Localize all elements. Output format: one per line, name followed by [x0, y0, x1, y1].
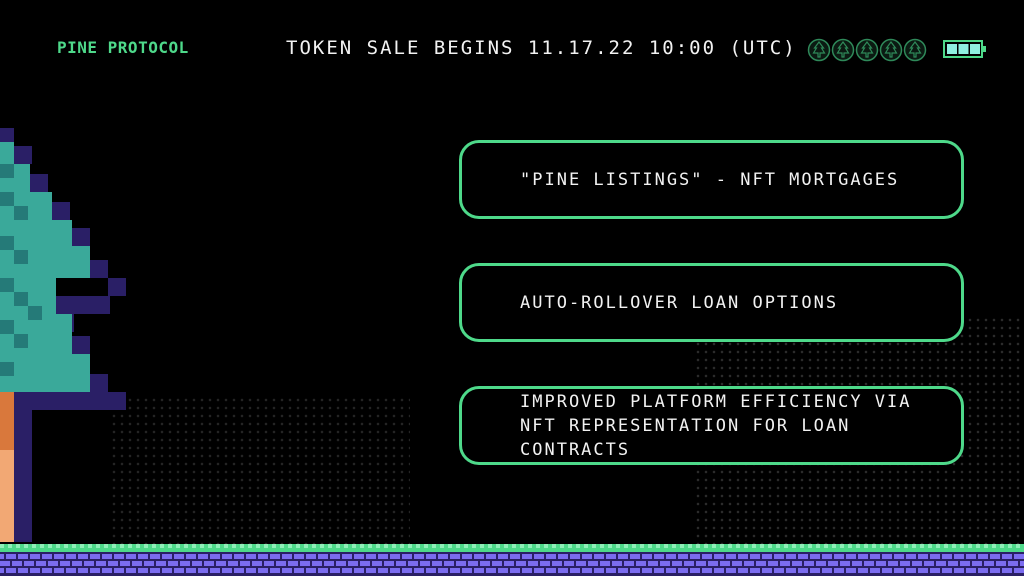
pine-tree-coin-icon	[831, 38, 855, 62]
token-sale-headline: TOKEN SALE BEGINS 11.17.22 10:00 (UTC)	[286, 37, 797, 59]
brand-logo-text: PINE PROTOCOL	[57, 38, 189, 57]
pine-tree-coin-icon	[855, 38, 879, 62]
pine-icons-row	[807, 38, 927, 62]
battery-icon	[943, 40, 986, 58]
dot-pattern-left	[110, 396, 410, 546]
pixel-ground	[0, 544, 1024, 576]
pine-tree-coin-icon	[879, 38, 903, 62]
pixel-tree-illustration	[0, 128, 126, 542]
feature-text: "PINE LISTINGS" - NFT MORTGAGES	[520, 169, 900, 190]
pine-tree-coin-icon	[903, 38, 927, 62]
feature-card-rollover: AUTO-ROLLOVER LOAN OPTIONS	[459, 263, 964, 342]
feature-text: IMPROVED PLATFORM EFFICIENCY VIA NFT REP…	[520, 391, 912, 460]
feature-card-listings: "PINE LISTINGS" - NFT MORTGAGES	[459, 140, 964, 219]
feature-text: AUTO-ROLLOVER LOAN OPTIONS	[520, 292, 839, 313]
pine-tree-coin-icon	[807, 38, 831, 62]
feature-card-efficiency: IMPROVED PLATFORM EFFICIENCY VIA NFT REP…	[459, 386, 964, 465]
